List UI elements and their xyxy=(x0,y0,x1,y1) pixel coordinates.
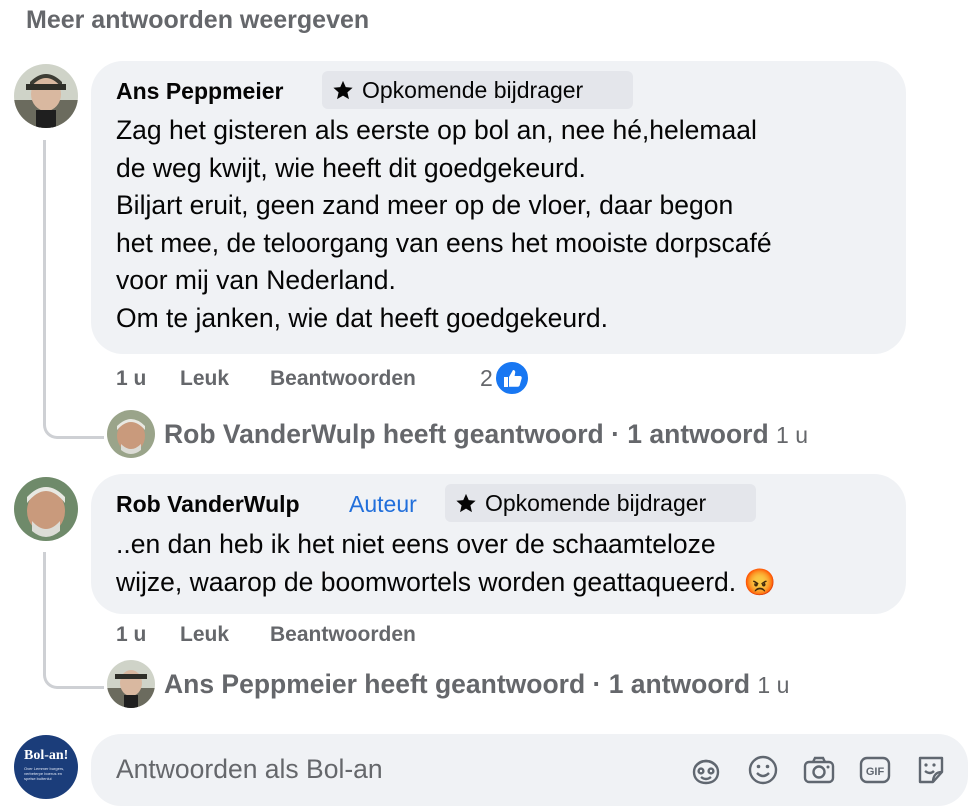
comment-text: Zag het gisteren als eerste op bol an, n… xyxy=(116,115,772,333)
page-avatar[interactable]: Bol-an! Over Lemmer burgers, verbeterpe … xyxy=(14,735,78,799)
badge-label: Opkomende bijdrager xyxy=(485,489,707,516)
page-avatar-title: Bol-an! xyxy=(24,748,69,763)
contributor-badge: Opkomende bijdrager xyxy=(445,484,756,522)
like-reaction-icon xyxy=(493,360,530,396)
show-more-replies-link[interactable]: Meer antwoorden weergeven xyxy=(26,6,369,35)
reply-summary-count: · 1 antwoord xyxy=(611,419,769,449)
reply-button[interactable]: Beantwoorden xyxy=(270,623,416,647)
comment-author[interactable]: Ans Peppmeier xyxy=(116,78,283,105)
avatar[interactable] xyxy=(107,660,155,708)
gif-icon[interactable]: GIF xyxy=(858,754,892,786)
reply-summary-time: 1 u xyxy=(776,422,808,448)
contributor-badge: Opkomende bijdrager xyxy=(322,71,633,109)
comment-author[interactable]: Rob VanderWulp xyxy=(116,491,300,518)
like-button[interactable]: Leuk xyxy=(180,623,229,647)
reply-summary-link[interactable]: Rob VanderWulp heeft geantwoord · 1 antw… xyxy=(164,419,808,450)
reply-input-placeholder: Antwoorden als Bol-an xyxy=(116,754,383,784)
reply-input[interactable]: Antwoorden als Bol-an GIF xyxy=(91,734,968,806)
angry-emoji-icon: 😡 xyxy=(743,566,776,597)
reply-summary-link[interactable]: Ans Peppmeier heeft geantwoord · 1 antwo… xyxy=(164,669,789,700)
like-button[interactable]: Leuk xyxy=(180,367,229,391)
svg-text:GIF: GIF xyxy=(866,766,885,778)
avatar-sticker-icon[interactable] xyxy=(689,753,723,787)
reaction-summary[interactable]: 2 xyxy=(480,360,530,396)
reply-summary-name: Rob VanderWulp heeft geantwoord xyxy=(164,419,604,449)
sticker-icon[interactable] xyxy=(914,753,948,787)
avatar[interactable] xyxy=(14,477,78,541)
comment-time[interactable]: 1 u xyxy=(116,367,146,391)
comment-text: ..en dan heb ik het niet eens over de sc… xyxy=(116,529,776,597)
star-icon xyxy=(333,80,353,100)
author-label: Auteur xyxy=(349,491,417,517)
reply-summary-name: Ans Peppmeier heeft geantwoord xyxy=(164,669,586,699)
emoji-icon[interactable] xyxy=(747,754,779,786)
avatar[interactable] xyxy=(107,410,155,458)
star-icon xyxy=(456,493,476,513)
reply-button[interactable]: Beantwoorden xyxy=(270,367,416,391)
reply-summary-count: · 1 antwoord xyxy=(592,669,751,699)
badge-label: Opkomende bijdrager xyxy=(362,76,584,103)
comment-time[interactable]: 1 u xyxy=(116,623,146,647)
reaction-count: 2 xyxy=(480,364,493,391)
page-avatar-subtext: Over Lemmer burgers, verbeterpe boerus e… xyxy=(24,766,65,781)
camera-icon[interactable] xyxy=(802,754,836,786)
reply-summary-time: 1 u xyxy=(757,672,790,698)
avatar[interactable] xyxy=(14,64,78,128)
